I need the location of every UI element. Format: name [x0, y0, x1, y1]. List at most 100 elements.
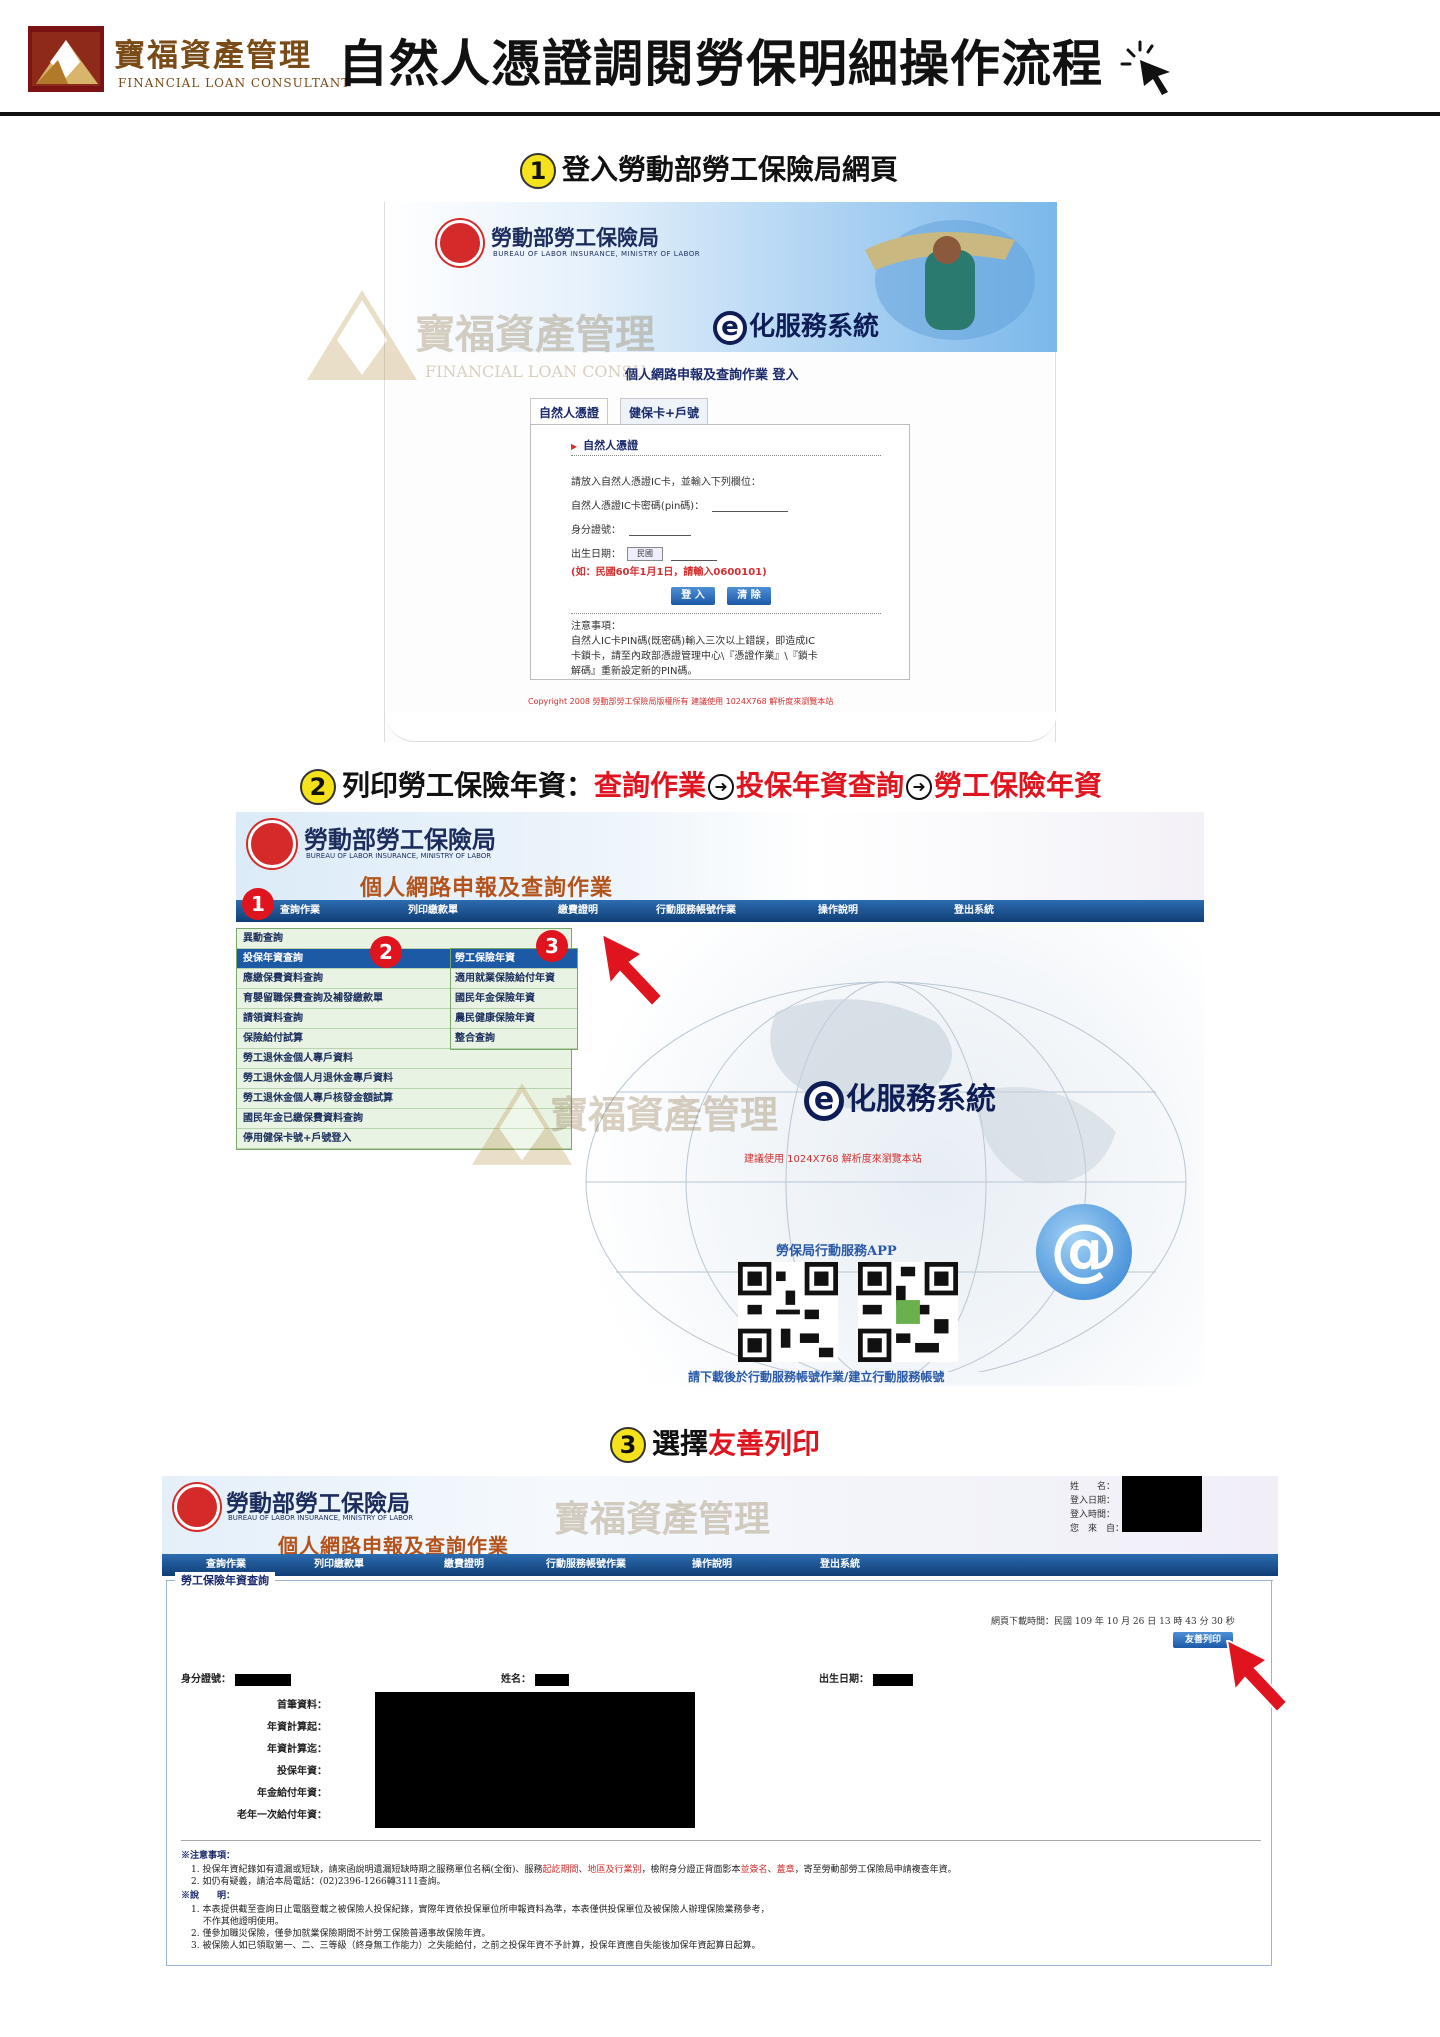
- menu-item-change-query[interactable]: 異動查詢: [237, 929, 571, 949]
- menu-item-national-pension[interactable]: 國民年金已繳保費資料查詢: [237, 1109, 571, 1129]
- step-2-caption: 2 列印勞工保險年資：查詢作業 ➜ 投保年資查詢 ➜ 勞工保險年資: [300, 764, 1102, 805]
- redacted-block: [375, 1692, 695, 1828]
- menu-item-farmer-insurance[interactable]: 農民健康保險年資: [451, 1009, 577, 1029]
- clear-button[interactable]: 清 除: [727, 587, 771, 605]
- friendly-print-button[interactable]: 友善列印: [1173, 1632, 1233, 1648]
- header-rule: [0, 112, 1440, 116]
- lbi-logo-icon: [248, 820, 296, 868]
- seniority-panel: 勞工保險年資查詢 網頁下載時間：民國 109 年 10 月 26 日 13 時 …: [166, 1572, 1273, 1966]
- download-note: 請下載後於行動服務帳號作業/建立行動服務帳號: [688, 1370, 945, 1384]
- era-select[interactable]: 民國: [627, 547, 663, 561]
- path-query: 查詢作業: [594, 769, 707, 802]
- menu-item-employment-insurance[interactable]: 適用就業保險給付年資: [451, 969, 577, 989]
- nav-mobile-account[interactable]: 行動服務帳號作業: [656, 900, 736, 922]
- nav-logout[interactable]: 登出系統: [954, 900, 994, 922]
- step-text: 登入勞動部勞工保險局網頁: [562, 153, 899, 186]
- menu-item-integrated-query[interactable]: 整合查詢: [451, 1029, 577, 1049]
- menu-item-pension-account[interactable]: 勞工退休金個人專戶資料: [237, 1049, 571, 1069]
- agency-name-en: BUREAU OF LABOR INSURANCE, MINISTRY OF L…: [306, 852, 492, 860]
- system-subtitle: 個人網路申報及查詢作業: [360, 875, 614, 901]
- system-title: e 化服務系統: [713, 306, 879, 345]
- row-label: 老年一次給付年資：: [237, 1810, 327, 1821]
- birth-field[interactable]: 出生日期： 民國: [571, 545, 717, 561]
- copyright-text: Copyright 2008 勞動部勞工保險局版權所有 建議使用 1024X76…: [528, 697, 834, 706]
- explanation-line: 不作其他證明使用。: [191, 1917, 284, 1927]
- redacted-block: [235, 1673, 291, 1686]
- form-instruction: 請放入自然人憑證IC卡，並輸入下列欄位：: [571, 477, 761, 488]
- watermark-text-en: FINANCIAL LOAN CONSU: [425, 362, 646, 381]
- row-label: 年資計算起：: [267, 1722, 327, 1733]
- nav-logout[interactable]: 登出系統: [820, 1554, 860, 1576]
- row-label: 首筆資料：: [277, 1700, 327, 1711]
- step-number: 1: [520, 153, 556, 189]
- resolution-note: 建議使用 1024X768 解析度來瀏覽本站: [744, 1154, 922, 1165]
- red-pointer-arrow-icon: [1226, 1640, 1289, 1714]
- step-text: 選擇: [652, 1427, 709, 1460]
- app-title: 勞保局行動服務APP: [776, 1244, 897, 1259]
- login-form: 自然人憑證 請放入自然人憑證IC卡，並輸入下列欄位： 自然人憑證IC卡密碼(pi…: [530, 424, 910, 680]
- path-seniority: 投保年資查詢: [736, 769, 905, 802]
- nav-print-slip[interactable]: 列印繳款單: [408, 900, 458, 922]
- form-divider: [571, 455, 881, 456]
- panel-border: [167, 1580, 1273, 1581]
- page-header: 寶福資產管理 FINANCIAL LOAN CONSULTANT 自然人憑證調閱…: [0, 0, 1440, 116]
- login-banner: 勞動部勞工保險局 BUREAU OF LABOR INSURANCE, MINI…: [385, 202, 1057, 352]
- path-labor-insurance: 勞工保險年資: [934, 769, 1103, 802]
- brand-name: 寶福資產管理: [114, 38, 312, 74]
- agency-name-en: BUREAU OF LABOR INSURANCE, MINISTRY OF L…: [493, 250, 701, 258]
- step-badge: 2: [370, 936, 402, 968]
- e-icon: e: [713, 310, 747, 345]
- brand-name-en: FINANCIAL LOAN CONSULTANT: [118, 76, 351, 90]
- page-title: 自然人憑證調閱勞保明細操作流程: [338, 35, 1103, 93]
- nav-query[interactable]: 查詢作業: [280, 900, 320, 922]
- main-nav: 查詢作業 列印繳款單 繳費證明 行動服務帳號作業 操作說明 登出系統: [162, 1554, 1278, 1576]
- panel-title: 勞工保險年資查詢: [175, 1572, 275, 1588]
- note-line: 1. 投保年資紀錄如有遺漏或短缺，請來函說明遺漏短缺時期之服務單位名稱(全銜)、…: [191, 1865, 957, 1875]
- agency-name-en: BUREAU OF LABOR INSURANCE, MINISTRY OF L…: [228, 1514, 414, 1522]
- step-3-caption: 3 選擇友善列印: [610, 1422, 820, 1463]
- notice-title: 注意事項：: [571, 621, 621, 632]
- step-text: 列印勞工保險年資：: [342, 769, 595, 802]
- step-highlight: 友善列印: [708, 1427, 821, 1460]
- nav-payment-proof[interactable]: 繳費證明: [444, 1554, 484, 1576]
- notice-line: 解碼』重新設定新的PIN碼。: [571, 666, 698, 677]
- redacted-block: [535, 1673, 569, 1686]
- login-info: 姓 名： 登入日期： 登入時間： 您 來 自：: [1070, 1482, 1125, 1534]
- tab-health-card[interactable]: 健保卡+戶號: [620, 398, 709, 424]
- tab-citizen-certificate[interactable]: 自然人憑證: [530, 398, 609, 424]
- pin-input[interactable]: [712, 502, 789, 512]
- row-label: 年金給付年資：: [257, 1788, 327, 1799]
- menu-item-monthly-pension[interactable]: 勞工退休金個人月退休金專戶資料: [237, 1069, 571, 1089]
- menu-screenshot: 勞動部勞工保險局 BUREAU OF LABOR INSURANCE, MINI…: [236, 812, 1204, 1386]
- nav-help[interactable]: 操作說明: [818, 900, 858, 922]
- row-label: 投保年資：: [277, 1766, 327, 1777]
- menu-item-pension-calc[interactable]: 勞工退休金個人專戶核發金額試算: [237, 1089, 571, 1109]
- id-input[interactable]: [629, 526, 691, 536]
- login-button[interactable]: 登 入: [671, 587, 715, 605]
- pin-field[interactable]: 自然人憑證IC卡密碼(pin碼)：: [571, 497, 789, 512]
- birth-hint: (如：民國60年1月1日，請輸入0600101): [571, 567, 767, 578]
- notice-line: 自然人IC卡PIN碼(既密碼)輸入三次以上錯誤，即造成IC: [571, 636, 816, 647]
- nav-payment-proof[interactable]: 繳費證明: [558, 900, 598, 922]
- step-1-caption: 1 登入勞動部勞工保險局網頁: [520, 148, 898, 189]
- id-field[interactable]: 身分證號：: [571, 521, 691, 536]
- qr-code-icon: [738, 1262, 838, 1362]
- id-field: 身分證號：: [181, 1670, 291, 1686]
- nav-print-slip[interactable]: 列印繳款單: [314, 1554, 364, 1576]
- menu-item-national-pension-seniority[interactable]: 國民年金保險年資: [451, 989, 577, 1009]
- lbi-logo-icon: [437, 220, 483, 266]
- form-divider-2: [571, 613, 881, 614]
- step-badge: 3: [536, 930, 568, 962]
- menu-item-disable-health-card[interactable]: 停用健保卡號+戶號登入: [237, 1129, 571, 1149]
- login-frame-bottom: [385, 712, 1057, 742]
- birth-input[interactable]: [671, 551, 717, 561]
- explanation-line: 2. 僅參加職災保險，僅參加就業保險期間不計勞工保險普通事故保險年資。: [191, 1929, 491, 1939]
- notice-line: 卡鎖卡，請至內政部憑證管理中心\『憑證作業』\『鎖卡: [571, 651, 818, 662]
- nav-help[interactable]: 操作說明: [692, 1554, 732, 1576]
- nav-mobile-account[interactable]: 行動服務帳號作業: [546, 1554, 626, 1576]
- e-icon: e: [804, 1080, 844, 1121]
- agency-name: 勞動部勞工保險局: [304, 826, 496, 854]
- main-nav: 查詢作業 列印繳款單 繳費證明 行動服務帳號作業 操作說明 登出系統: [236, 900, 1204, 922]
- red-pointer-arrow-icon: [602, 934, 664, 1008]
- arrow-right-icon: ➜: [906, 774, 933, 800]
